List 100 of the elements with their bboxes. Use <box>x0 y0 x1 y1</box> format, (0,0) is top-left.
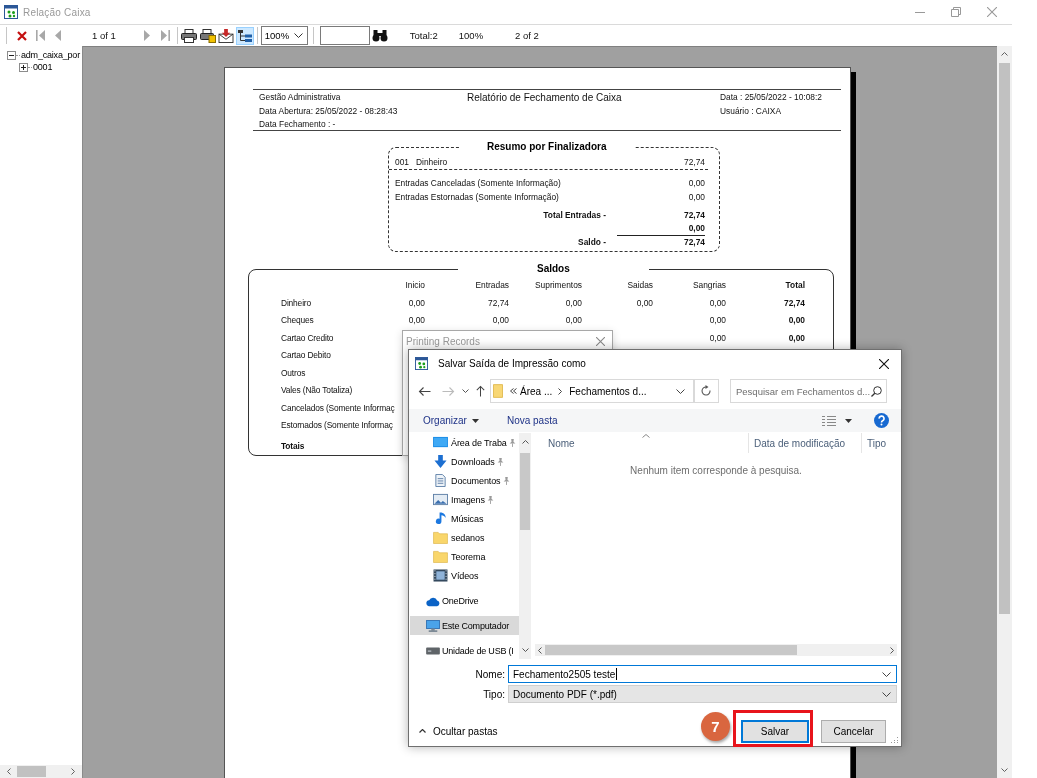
nav-pane-item[interactable]: Área de Traba <box>410 433 519 452</box>
envelope-arrow-icon <box>217 28 234 43</box>
closing-date: Data Fechamento : - <box>259 118 336 131</box>
scroll-down-icon[interactable] <box>521 648 529 652</box>
nav-pane-item[interactable]: Vídeos <box>410 566 519 585</box>
column-header[interactable]: Data de modificação <box>749 433 862 453</box>
balance-amount: 72,74 <box>684 237 705 247</box>
method-code: 001 <box>395 156 409 167</box>
chevron-down-icon <box>293 33 303 38</box>
cancel-button[interactable]: Cancelar <box>821 719 886 743</box>
row-label: Totais <box>281 439 305 453</box>
search-field[interactable]: Pesquisar em Fechamentos d... <box>730 379 887 403</box>
row-label: Cartao Debito <box>281 349 331 362</box>
column-header[interactable]: Nome <box>535 433 749 453</box>
column-header: Suprimentos <box>535 280 582 290</box>
table-cell: 0,00 <box>709 332 726 343</box>
nav-pane-item[interactable]: Unidade de USB (I <box>410 641 519 660</box>
vertical-scrollbar[interactable] <box>997 46 1012 778</box>
table-cell: 72,74 <box>784 297 805 308</box>
row-label: Vales (Não Totaliza) <box>281 384 353 397</box>
nav-pane-item[interactable]: Downloads <box>410 452 519 471</box>
export-button[interactable] <box>217 26 234 45</box>
scrollbar-thumb[interactable] <box>520 453 530 530</box>
dialog-title: Salvar Saída de Impressão como <box>438 358 586 369</box>
scrollbar-thumb[interactable] <box>17 766 46 777</box>
info-label: Entradas Canceladas (Somente Informação) <box>395 177 561 190</box>
table-cell: 0,00 <box>492 315 509 325</box>
print-setup-button[interactable] <box>199 26 216 45</box>
folder-icon <box>493 384 503 398</box>
refresh-button[interactable] <box>694 379 719 403</box>
field-label: Tipo: <box>482 688 505 700</box>
nav-pane-item[interactable]: Documentos <box>410 471 519 490</box>
save-button[interactable]: Salvar <box>741 719 809 743</box>
plus-box-icon[interactable] <box>19 62 28 72</box>
caret-down-icon <box>471 418 479 423</box>
resize-grip-icon[interactable] <box>891 736 898 743</box>
user-name: Usuário : CAIXA <box>720 104 781 118</box>
table-cell: 72,74 <box>488 297 509 308</box>
column-header[interactable]: Tipo <box>862 433 897 453</box>
nav-pane-item[interactable]: Este Computador <box>410 616 519 635</box>
vertical-scrollbar[interactable] <box>519 433 531 659</box>
address-bar[interactable]: Área ... Fechamentos d... <box>490 379 694 403</box>
zoom-select[interactable]: 100% <box>260 26 308 45</box>
scroll-left-icon[interactable] <box>7 768 11 775</box>
hide-folders-button[interactable]: Ocultar pastas <box>419 721 498 741</box>
nav-pane-item[interactable]: sedanos <box>410 528 519 547</box>
method-name: Dinheiro <box>416 156 448 167</box>
table-cell: 0,00 <box>408 315 425 325</box>
down-arrow-icon <box>433 455 448 468</box>
file-name-field[interactable]: Fechamento2505 teste <box>508 665 897 683</box>
horizontal-scrollbar[interactable] <box>0 765 82 778</box>
record-indicator: 2 of 2 <box>515 30 539 41</box>
x-mark-icon <box>17 30 27 41</box>
scrollbar-thumb[interactable] <box>999 63 1010 614</box>
horizontal-scrollbar[interactable] <box>535 644 897 656</box>
field-label: Nome: <box>474 668 505 680</box>
minus-box-icon[interactable] <box>7 50 16 60</box>
pin-icon <box>496 457 504 466</box>
breadcrumb-item[interactable]: Fechamentos d... <box>569 385 647 397</box>
company-name: Gestão Administrativa <box>259 91 341 104</box>
tree-item[interactable]: adm_caixa_por <box>21 50 80 60</box>
chevron-down-icon <box>882 691 891 697</box>
print-button[interactable] <box>180 26 197 45</box>
breadcrumb-item[interactable]: Área ... <box>520 385 553 397</box>
scroll-up-icon[interactable] <box>521 440 529 444</box>
close-icon <box>987 7 997 17</box>
scroll-right-icon[interactable] <box>71 768 75 775</box>
row-label: Outros <box>281 366 306 380</box>
nav-pane-item[interactable]: Teorema <box>410 547 519 566</box>
total-amount: 72,74 <box>684 210 705 220</box>
nav-pane-item[interactable]: OneDrive <box>410 591 519 610</box>
table-cell: 0,00 <box>408 297 425 308</box>
document-icon <box>433 474 448 487</box>
nav-pane-item[interactable]: Músicas <box>410 509 519 528</box>
organize-menu-button[interactable]: Organizar <box>423 409 479 432</box>
scroll-left-icon[interactable] <box>538 646 542 654</box>
info-amount: 0,00 <box>688 191 705 204</box>
computer-icon <box>426 619 440 632</box>
dotted-window-icon <box>4 5 18 19</box>
search-field[interactable] <box>319 26 370 45</box>
pin-icon <box>486 495 494 504</box>
chevron-down-icon[interactable] <box>676 388 685 394</box>
total-label: Total Entradas - <box>543 210 606 220</box>
scroll-up-icon[interactable] <box>1001 52 1008 56</box>
scroll-right-icon[interactable] <box>890 646 894 654</box>
next-icon <box>143 30 150 41</box>
scroll-down-icon[interactable] <box>1001 768 1008 772</box>
nav-pane-item[interactable]: Imagens <box>410 490 519 509</box>
file-type-select[interactable]: Documento PDF (*.pdf) <box>508 685 897 703</box>
table-cell: 0,00 <box>788 332 805 343</box>
group-tree-button[interactable] <box>235 26 254 45</box>
new-folder-button[interactable]: Nova pasta <box>506 409 558 432</box>
opening-date: Data Abertura: 25/05/2022 - 08:28:43 <box>259 104 398 118</box>
scrollbar-thumb[interactable] <box>545 645 797 655</box>
column-header: Inicio <box>405 280 425 290</box>
caret-down-icon <box>845 418 852 423</box>
window-title: Relação Caixa <box>23 6 91 18</box>
zoom-reading: 100% <box>458 30 484 41</box>
table-cell: 0,00 <box>788 315 805 325</box>
tree-item[interactable]: 0001 <box>33 62 53 72</box>
